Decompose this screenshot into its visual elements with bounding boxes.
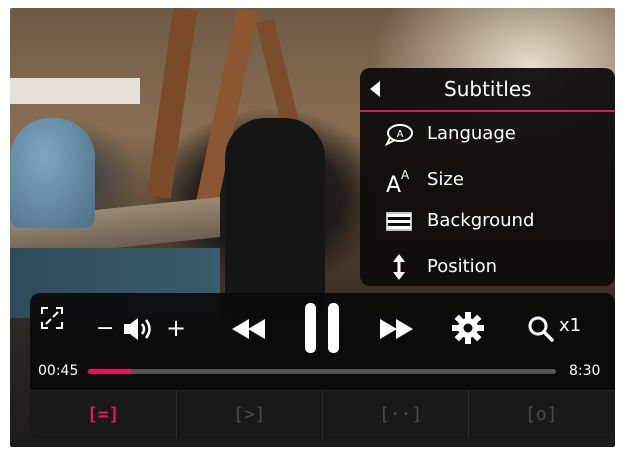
position-arrows-icon: [393, 254, 405, 280]
scene-shelf: [10, 78, 140, 104]
progress-track[interactable]: [88, 369, 556, 374]
language-bubble-icon: A: [384, 124, 413, 147]
volume-down-button[interactable]: −: [96, 316, 114, 341]
subtitles-item-label: Size: [427, 169, 464, 190]
subtitles-item-language[interactable]: A Language: [360, 114, 615, 154]
fullscreen-icon[interactable]: [40, 306, 64, 330]
subtitles-item-size[interactable]: A A Size: [360, 160, 615, 200]
subtitles-menu: Subtitles A Language A A Size Background: [360, 68, 615, 286]
subtitles-bracket-icon: [=]: [87, 404, 120, 425]
pause-icon[interactable]: [301, 301, 343, 355]
back-arrow-icon[interactable]: [370, 81, 380, 97]
dots-bracket-icon: [··]: [379, 404, 423, 425]
subtitles-menu-header: Subtitles: [360, 68, 615, 112]
tab-dots[interactable]: [··]: [322, 391, 469, 439]
tab-play[interactable]: [>]: [176, 391, 323, 439]
settings-gear-icon[interactable]: [451, 311, 485, 345]
subtitles-item-position[interactable]: Position: [360, 247, 615, 287]
scene-beam: [146, 8, 198, 199]
zoom-level[interactable]: x1: [559, 315, 581, 336]
circle-bracket-icon: [o]: [525, 404, 558, 425]
fast-forward-icon[interactable]: [377, 317, 415, 341]
total-time: 8:30: [569, 363, 601, 379]
bottom-tab-bar: [=] [>] [··] [o]: [30, 390, 615, 439]
text-size-icon: A A: [386, 168, 410, 194]
svg-text:A: A: [386, 173, 401, 194]
svg-text:A: A: [397, 129, 404, 140]
subtitles-item-label: Background: [427, 210, 535, 231]
tab-record[interactable]: [o]: [468, 391, 614, 439]
volume-icon[interactable]: [122, 316, 156, 342]
background-bars-icon: [386, 212, 412, 231]
scene-person-foreground: [225, 118, 325, 318]
subtitles-menu-title: Subtitles: [444, 77, 532, 101]
subtitles-item-background[interactable]: Background: [360, 201, 615, 241]
rewind-icon[interactable]: [230, 317, 268, 341]
tab-subtitles[interactable]: [=]: [30, 391, 177, 439]
svg-text:A: A: [401, 168, 410, 182]
zoom-search-icon[interactable]: [527, 315, 555, 343]
subtitles-item-label: Position: [427, 256, 498, 277]
player-controls: − + x1 00:45 8:30 [=] [>] [··] [o]: [30, 293, 615, 439]
current-time: 00:45: [38, 363, 79, 379]
volume-up-button[interactable]: +: [166, 314, 186, 342]
scene-person-chef: [10, 118, 95, 228]
play-bracket-icon: [>]: [233, 404, 266, 425]
subtitles-item-label: Language: [427, 123, 516, 144]
progress-fill: [88, 369, 133, 374]
